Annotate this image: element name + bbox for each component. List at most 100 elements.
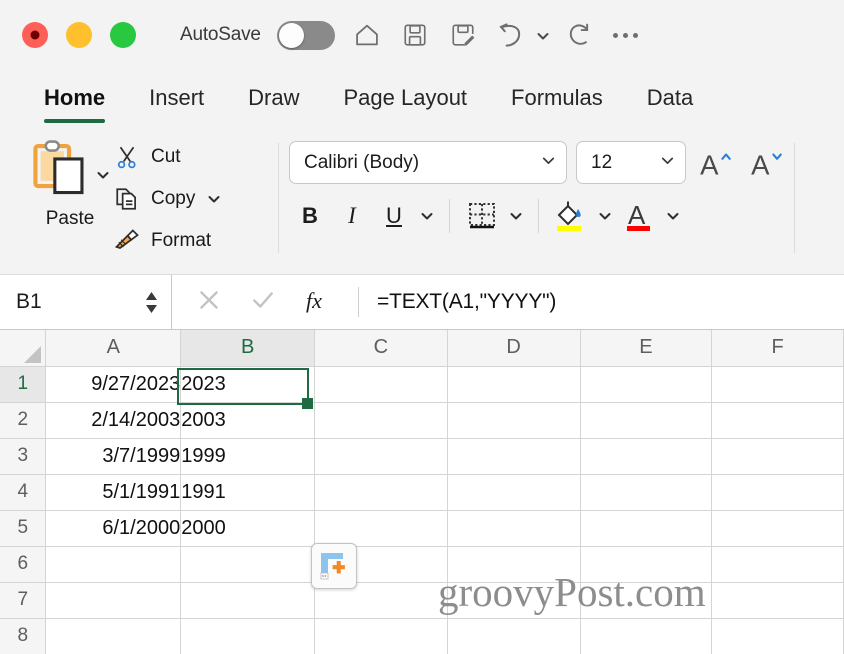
fx-icon[interactable]: fx <box>304 285 334 320</box>
tab-insert[interactable]: Insert <box>127 82 226 114</box>
tab-draw[interactable]: Draw <box>226 82 321 114</box>
font-size-select[interactable]: 12 <box>576 141 686 184</box>
home-icon[interactable] <box>351 19 383 51</box>
enter-icon[interactable] <box>250 287 276 318</box>
format-painter-button[interactable]: Format <box>112 223 211 259</box>
row-header-3[interactable]: 3 <box>0 438 47 475</box>
undo-dropdown-icon[interactable] <box>535 28 549 42</box>
tab-data[interactable]: Data <box>625 82 715 114</box>
tab-formulas[interactable]: Formulas <box>489 82 625 114</box>
cell-f8[interactable] <box>711 618 844 654</box>
font-color-dropdown-icon[interactable] <box>663 206 683 226</box>
cell-c4[interactable] <box>314 474 448 511</box>
cell-d4[interactable] <box>447 474 581 511</box>
cell-f4[interactable] <box>711 474 844 511</box>
bold-button[interactable]: B <box>291 197 329 235</box>
borders-dropdown-icon[interactable] <box>506 206 526 226</box>
row-header-5[interactable]: 5 <box>0 510 47 547</box>
cell-d8[interactable] <box>447 618 581 654</box>
cell-b7[interactable] <box>180 582 315 619</box>
column-header-e[interactable]: E <box>580 330 713 367</box>
cell-e3[interactable] <box>580 438 713 475</box>
cell-f3[interactable] <box>711 438 844 475</box>
cell-b1[interactable]: 2023 <box>180 366 315 403</box>
cell-e5[interactable] <box>580 510 713 547</box>
undo-icon[interactable] <box>495 19 527 51</box>
underline-button[interactable]: U <box>375 197 413 235</box>
cell-d1[interactable] <box>447 366 581 403</box>
cell-c8[interactable] <box>314 618 448 654</box>
cell-c1[interactable] <box>314 366 448 403</box>
decrease-font-size-button[interactable]: A <box>746 143 788 183</box>
cell-a1[interactable]: 9/27/2023 <box>45 366 182 403</box>
cell-e1[interactable] <box>580 366 713 403</box>
cut-button[interactable]: Cut <box>112 139 181 175</box>
cell-f1[interactable] <box>711 366 844 403</box>
cell-f5[interactable] <box>711 510 844 547</box>
cell-d5[interactable] <box>447 510 581 547</box>
save-as-icon[interactable] <box>447 19 479 51</box>
cell-f6[interactable] <box>711 546 844 583</box>
autosave-toggle[interactable] <box>276 20 335 50</box>
cell-a4[interactable]: 5/1/1991 <box>45 474 182 511</box>
cell-e8[interactable] <box>580 618 713 654</box>
cell-e2[interactable] <box>580 402 713 439</box>
close-button[interactable] <box>22 22 48 48</box>
row-header-4[interactable]: 4 <box>0 474 47 511</box>
font-color-button[interactable]: A <box>619 196 659 236</box>
paste-dropdown-icon[interactable] <box>95 167 111 183</box>
underline-dropdown-icon[interactable] <box>417 206 437 226</box>
cancel-icon[interactable] <box>196 287 222 318</box>
cell-b8[interactable] <box>180 618 315 654</box>
cell-b2[interactable]: 2003 <box>180 402 315 439</box>
font-family-select[interactable]: Calibri (Body) <box>289 141 567 184</box>
cell-d3[interactable] <box>447 438 581 475</box>
cell-c3[interactable] <box>314 438 448 475</box>
row-header-2[interactable]: 2 <box>0 402 47 439</box>
copy-dropdown-icon[interactable] <box>204 189 224 209</box>
italic-button[interactable]: I <box>333 197 371 235</box>
formula-input[interactable]: =TEXT(A1,"YYYY") <box>359 275 844 329</box>
cell-a2[interactable]: 2/14/2003 <box>45 402 182 439</box>
fill-color-button[interactable] <box>551 196 591 236</box>
cell-e7[interactable] <box>580 582 713 619</box>
redo-icon[interactable] <box>565 19 597 51</box>
cell-f7[interactable] <box>711 582 844 619</box>
cell-d2[interactable] <box>447 402 581 439</box>
column-header-f[interactable]: F <box>711 330 844 367</box>
fill-color-dropdown-icon[interactable] <box>595 206 615 226</box>
cell-e6[interactable] <box>580 546 713 583</box>
cell-e4[interactable] <box>580 474 713 511</box>
cell-b5[interactable]: 2000 <box>180 510 315 547</box>
more-options-icon[interactable] <box>612 32 638 38</box>
column-header-a[interactable]: A <box>45 330 182 367</box>
row-header-1[interactable]: 1 <box>0 366 47 403</box>
tab-home[interactable]: Home <box>22 82 127 123</box>
borders-button[interactable] <box>462 196 502 236</box>
cell-a8[interactable] <box>45 618 182 654</box>
name-box[interactable]: B1 <box>0 275 172 329</box>
select-all-corner[interactable] <box>0 330 47 367</box>
column-header-d[interactable]: D <box>447 330 581 367</box>
cell-d7[interactable] <box>447 582 581 619</box>
row-header-7[interactable]: 7 <box>0 582 47 619</box>
row-header-8[interactable]: 8 <box>0 618 47 654</box>
cell-b6[interactable] <box>180 546 315 583</box>
cell-f2[interactable] <box>711 402 844 439</box>
cell-a7[interactable] <box>45 582 182 619</box>
copy-button[interactable]: Copy <box>112 181 224 217</box>
cell-a3[interactable]: 3/7/1999 <box>45 438 182 475</box>
paste-button[interactable] <box>29 137 111 204</box>
cell-c2[interactable] <box>314 402 448 439</box>
name-box-spinner[interactable] <box>144 291 159 314</box>
increase-font-size-button[interactable]: A <box>695 143 737 183</box>
column-header-c[interactable]: C <box>314 330 448 367</box>
cell-a6[interactable] <box>45 546 182 583</box>
maximize-button[interactable] <box>110 22 136 48</box>
column-header-b[interactable]: B <box>180 330 315 367</box>
cell-b3[interactable]: 1999 <box>180 438 315 475</box>
cell-c5[interactable] <box>314 510 448 547</box>
cell-b4[interactable]: 1991 <box>180 474 315 511</box>
tab-page-layout[interactable]: Page Layout <box>322 82 490 114</box>
quick-analysis-button[interactable] <box>311 543 357 589</box>
